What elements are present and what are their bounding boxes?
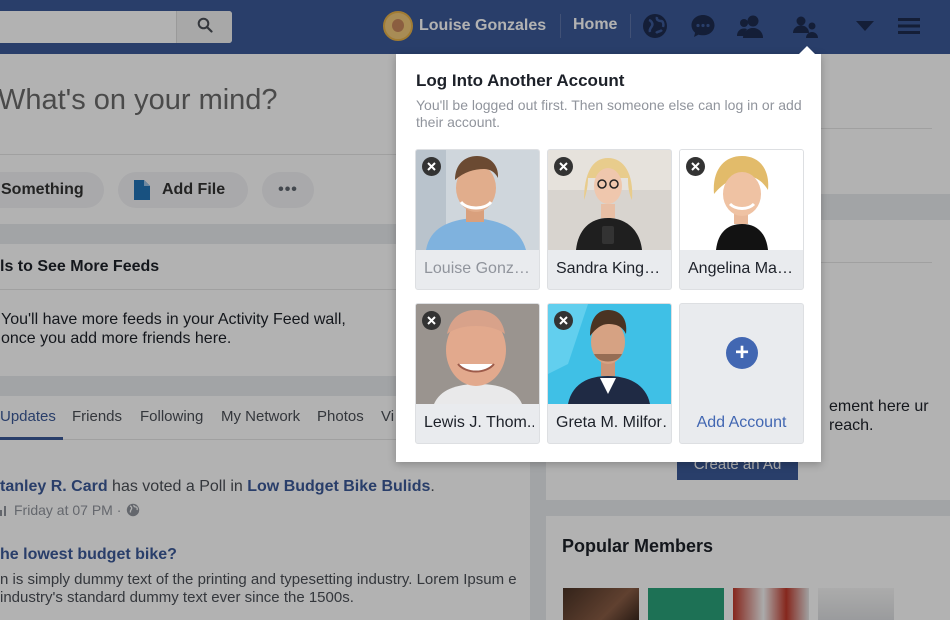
remove-account-button[interactable] bbox=[686, 157, 705, 176]
dialog-subtitle: You'll be logged out first. Then someone… bbox=[416, 97, 802, 130]
account-name: Lewis J. Thom.. bbox=[424, 414, 534, 431]
account-name: Louise Gonz… bbox=[424, 260, 530, 277]
account-name: Angelina Ma… bbox=[688, 260, 793, 277]
account-name: Sandra King… bbox=[556, 260, 661, 277]
remove-account-button[interactable] bbox=[554, 311, 573, 330]
switch-account-dialog: Log Into Another Account You'll be logge… bbox=[396, 46, 821, 462]
dialog-title: Log Into Another Account bbox=[416, 71, 625, 90]
account-name: Greta M. Milfor… bbox=[556, 414, 666, 431]
close-icon bbox=[427, 162, 436, 171]
plus-icon: + bbox=[726, 337, 758, 369]
account-card[interactable]: Angelina Ma… bbox=[679, 149, 804, 290]
remove-account-button[interactable] bbox=[422, 157, 441, 176]
remove-account-button[interactable] bbox=[554, 157, 573, 176]
account-card[interactable]: Lewis J. Thom.. bbox=[415, 303, 540, 444]
close-icon bbox=[559, 162, 568, 171]
close-icon bbox=[559, 316, 568, 325]
remove-account-button[interactable] bbox=[422, 311, 441, 330]
account-card[interactable]: Louise Gonz… bbox=[415, 149, 540, 290]
add-account-button[interactable]: + Add Account bbox=[679, 303, 804, 444]
account-card[interactable]: Sandra King… bbox=[547, 149, 672, 290]
close-icon bbox=[691, 162, 700, 171]
close-icon bbox=[427, 316, 436, 325]
add-account-label: Add Account bbox=[696, 414, 787, 431]
account-card[interactable]: Greta M. Milfor… bbox=[547, 303, 672, 444]
